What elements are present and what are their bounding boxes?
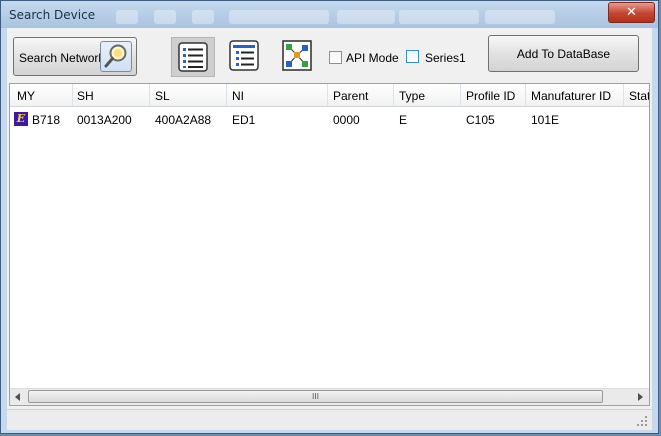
scroll-right-icon[interactable]	[638, 393, 643, 401]
add-to-database-label: Add To DataBase	[516, 47, 611, 61]
column-header-sh[interactable]: SH	[77, 89, 94, 103]
column-header-sl[interactable]: SL	[155, 89, 170, 103]
window-frame	[652, 28, 658, 433]
list-view-button[interactable]	[171, 37, 215, 77]
column-divider[interactable]	[327, 84, 328, 106]
search-network-button[interactable]: Search Network	[13, 37, 137, 76]
column-divider[interactable]	[460, 84, 461, 106]
cell-profile-id: C105	[466, 113, 495, 127]
column-divider[interactable]	[149, 84, 150, 106]
background-tab	[337, 10, 395, 24]
cell-sl: 400A2A88	[155, 113, 212, 127]
add-to-database-button[interactable]: Add To DataBase	[488, 35, 639, 72]
background-icon	[192, 10, 214, 24]
title-bar[interactable]: Search Device ✕	[1, 1, 658, 28]
background-icon	[154, 10, 176, 24]
column-header-ni[interactable]: NI	[232, 89, 244, 103]
cell-type: E	[399, 113, 408, 127]
background-tab	[399, 10, 479, 24]
window-title: Search Device	[9, 8, 96, 22]
series1-checkbox[interactable]	[406, 50, 419, 63]
scrollbar-thumb[interactable]: III	[28, 390, 603, 403]
device-list[interactable]: MY SH SL NI Parent Type Profile ID Manuf…	[9, 83, 650, 406]
network-graph-view-button[interactable]	[275, 37, 319, 77]
list-view-icon	[178, 42, 208, 72]
magnifier-icon	[100, 41, 132, 72]
cell-ni: ED1	[232, 113, 256, 127]
tree-list-view-button[interactable]	[223, 37, 267, 77]
horizontal-scrollbar[interactable]: III	[10, 388, 649, 405]
scroll-left-icon[interactable]	[15, 393, 20, 401]
status-bar	[7, 409, 652, 430]
list-header: MY SH SL NI Parent Type Profile ID Manuf…	[10, 84, 649, 107]
close-button[interactable]: ✕	[608, 2, 655, 23]
column-header-parent[interactable]: Parent	[333, 89, 368, 103]
column-divider[interactable]	[226, 84, 227, 106]
column-header-manufacturer-id[interactable]: Manufaturer ID	[531, 89, 611, 103]
dialog-content: Search Network API Mode Series1 Add To D…	[7, 28, 652, 430]
series1-label: Series1	[425, 51, 466, 65]
column-divider[interactable]	[623, 84, 624, 106]
background-icon	[116, 10, 138, 24]
cell-manufacturer-id: 101E	[531, 113, 560, 127]
api-mode-checkbox[interactable]	[329, 51, 342, 64]
column-divider[interactable]	[525, 84, 526, 106]
column-divider[interactable]	[72, 84, 73, 106]
cell-parent: 0000	[333, 113, 360, 127]
search-device-window: Search Device ✕ Search Network API Mode …	[0, 0, 659, 434]
column-header-status[interactable]: Statu	[629, 89, 649, 103]
cell-my: B718	[32, 113, 61, 127]
background-tab	[229, 10, 329, 24]
cell-sh: 0013A200	[77, 113, 132, 127]
api-mode-label: API Mode	[346, 51, 399, 65]
background-tab	[485, 10, 555, 24]
tree-list-icon	[229, 40, 259, 71]
column-header-my[interactable]: MY	[17, 89, 35, 103]
resize-grip-icon[interactable]	[637, 416, 648, 427]
column-header-profile-id[interactable]: Profile ID	[466, 89, 515, 103]
end-device-icon: E	[14, 112, 28, 126]
search-network-label: Search Network	[19, 51, 105, 65]
column-header-type[interactable]: Type	[399, 89, 425, 103]
network-graph-icon	[282, 40, 312, 71]
column-divider[interactable]	[393, 84, 394, 106]
